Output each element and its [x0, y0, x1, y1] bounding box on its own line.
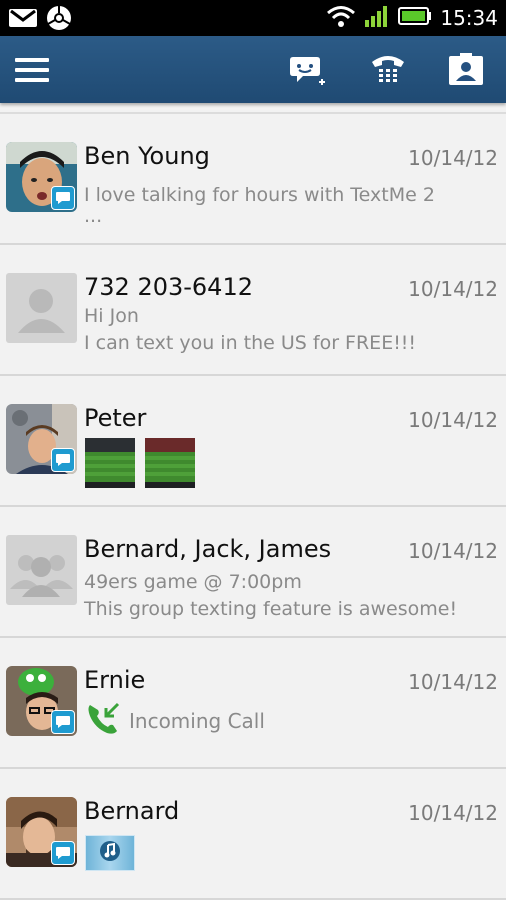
call-info: Incoming Call: [85, 702, 265, 740]
preview-line: I love talking for hours with TextMe 2: [84, 184, 435, 206]
conversation-row-bernard[interactable]: Bernard 10/14/12: [0, 769, 506, 900]
battery-icon: [398, 5, 432, 31]
preview-line: ...: [84, 205, 103, 227]
wifi-icon: [326, 4, 356, 32]
conversation-row-ben-young[interactable]: Ben Young 10/14/12 I love talking for ho…: [0, 114, 506, 245]
textme-badge-icon: [51, 710, 75, 734]
conversation-row-peter[interactable]: Peter 10/14/12: [0, 376, 506, 507]
textme-badge-icon: [51, 448, 75, 472]
music-note-icon: [99, 840, 121, 866]
message-date: 10/14/12: [408, 277, 498, 301]
avatar-photo: [6, 142, 77, 212]
textme-badge-icon: [51, 186, 75, 210]
preview-line: I can text you in the US for FREE!!!: [84, 332, 417, 354]
preview-line: Hi Jon: [84, 305, 139, 327]
message-preview: Hi Jon I can text you in the US for FREE…: [84, 303, 484, 357]
message-preview: 49ers game @ 7:00pm This group texting f…: [84, 569, 484, 623]
message-date: 10/14/12: [408, 408, 498, 432]
status-bar: 15:34: [0, 0, 506, 36]
default-avatar-icon: [6, 273, 77, 343]
message-date: 10/14/12: [408, 146, 498, 170]
menu-icon[interactable]: [12, 36, 52, 103]
conversation-row-group[interactable]: Bernard, Jack, James 10/14/12 49ers game…: [0, 507, 506, 638]
preview-line: This group texting feature is awesome!: [84, 598, 458, 620]
avatar-photo: [6, 404, 77, 474]
image-attachments: [85, 438, 195, 488]
message-date: 10/14/12: [408, 539, 498, 563]
action-bar: [0, 36, 506, 103]
default-group-avatar-icon: [6, 535, 77, 605]
stadium-photo-thumbnail[interactable]: [145, 438, 195, 488]
contact-name: Ernie: [84, 666, 146, 694]
dialpad-icon[interactable]: [366, 36, 410, 103]
conversation-list: Ben Young 10/14/12 I love talking for ho…: [0, 114, 506, 900]
message-preview: I love talking for hours with TextMe 2 .…: [84, 182, 484, 227]
chrome-icon: [46, 5, 72, 35]
contact-name: Bernard: [84, 797, 180, 825]
signal-icon: [364, 4, 390, 32]
conversation-row-732-203-6412[interactable]: 732 203-6412 10/14/12 Hi Jon I can text …: [0, 245, 506, 376]
stadium-photo-thumbnail[interactable]: [85, 438, 135, 488]
status-left: [8, 5, 72, 35]
message-date: 10/14/12: [408, 801, 498, 825]
message-date: 10/14/12: [408, 670, 498, 694]
contact-name: Ben Young: [84, 142, 210, 170]
contacts-icon[interactable]: [444, 36, 488, 103]
contact-name: Peter: [84, 404, 147, 432]
avatar-photo: [6, 797, 77, 867]
gmail-icon: [8, 7, 38, 33]
new-message-icon[interactable]: [286, 36, 330, 103]
contact-name: Bernard, Jack, James: [84, 535, 332, 563]
status-right: 15:34: [326, 4, 498, 32]
incoming-call-icon: [85, 702, 121, 740]
audio-attachment[interactable]: [85, 835, 135, 871]
call-label: Incoming Call: [129, 709, 265, 733]
textme-badge-icon: [51, 841, 75, 865]
avatar-photo: [6, 666, 77, 736]
clock: 15:34: [440, 6, 498, 30]
contact-name: 732 203-6412: [84, 273, 253, 301]
conversation-row-ernie[interactable]: Ernie 10/14/12 Incoming Call: [0, 638, 506, 769]
preview-line: 49ers game @ 7:00pm: [84, 571, 302, 593]
